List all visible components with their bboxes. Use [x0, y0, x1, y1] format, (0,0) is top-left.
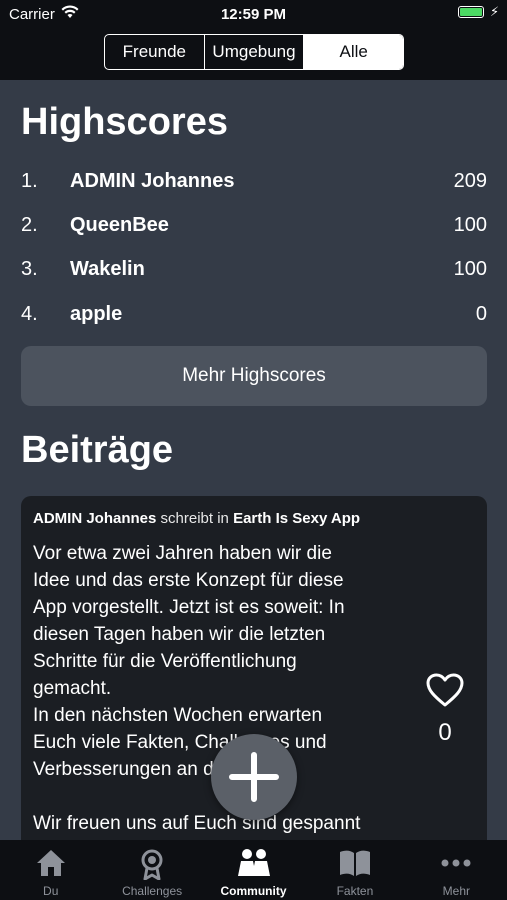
post-group[interactable]: Earth Is Sexy App [233, 510, 360, 527]
battery-icon [458, 6, 484, 18]
tab-label: Fakten [336, 884, 374, 898]
posts-title: Beiträge [21, 429, 174, 471]
highscore-row[interactable]: 4. apple 0 [21, 299, 487, 329]
highscore-rank: 2. [21, 214, 38, 236]
highscore-score: 100 [453, 214, 487, 236]
home-icon [0, 848, 101, 878]
more-dots-icon [406, 848, 507, 878]
more-highscores-button[interactable]: Mehr Highscores [21, 346, 487, 406]
tab-challenges[interactable]: Challenges [101, 840, 202, 900]
like-count: 0 [438, 719, 452, 746]
clock: 12:59 PM [220, 6, 287, 23]
tab-label: Mehr [442, 884, 470, 898]
highscore-score: 100 [453, 258, 487, 280]
heart-icon[interactable] [421, 672, 469, 713]
tab-label: Du [43, 884, 59, 898]
status-bar: Carrier 12:59 PM ⚡ [0, 0, 507, 28]
highscores-title: Highscores [21, 101, 228, 143]
highscore-name: apple [70, 303, 123, 325]
highscore-row[interactable]: 2. QueenBee 100 [21, 210, 487, 240]
segment-freunde[interactable]: Freunde [105, 35, 205, 69]
post-verb: schreibt in [160, 510, 229, 527]
highscore-score: 209 [453, 170, 487, 192]
highscore-row[interactable]: 1. ADMIN Johannes 209 [21, 166, 487, 196]
charging-icon: ⚡ [490, 4, 500, 19]
highscore-rank: 3. [21, 258, 38, 280]
highscore-name: QueenBee [70, 214, 169, 236]
tab-community[interactable]: Community [203, 840, 304, 900]
highscore-row[interactable]: 3. Wakelin 100 [21, 254, 487, 284]
plus-icon [229, 752, 279, 802]
post-meta: ADMIN Johannes schreibt in Earth Is Sexy… [33, 510, 360, 527]
segment-umgebung[interactable]: Umgebung [205, 35, 305, 69]
post-author[interactable]: ADMIN Johannes [33, 510, 156, 527]
highscore-name: Wakelin [70, 258, 145, 280]
medal-icon [101, 848, 202, 880]
book-icon [304, 848, 405, 878]
tab-mehr[interactable]: Mehr [406, 840, 507, 900]
scope-segmented-control: Freunde Umgebung Alle [104, 34, 404, 70]
like-control[interactable]: 0 [421, 672, 469, 747]
tab-bar: Du Challenges Community Fakten Mehr [0, 840, 507, 900]
tab-label: Community [220, 884, 287, 898]
tab-du[interactable]: Du [0, 840, 101, 900]
highscore-rank: 1. [21, 170, 38, 192]
people-icon [203, 848, 304, 878]
add-post-button[interactable] [211, 734, 297, 820]
highscore-rank: 4. [21, 303, 38, 325]
highscore-name: ADMIN Johannes [70, 170, 235, 192]
tab-fakten[interactable]: Fakten [304, 840, 405, 900]
highscore-score: 0 [475, 303, 487, 325]
tab-label: Challenges [122, 884, 183, 898]
segment-alle[interactable]: Alle [304, 35, 403, 69]
